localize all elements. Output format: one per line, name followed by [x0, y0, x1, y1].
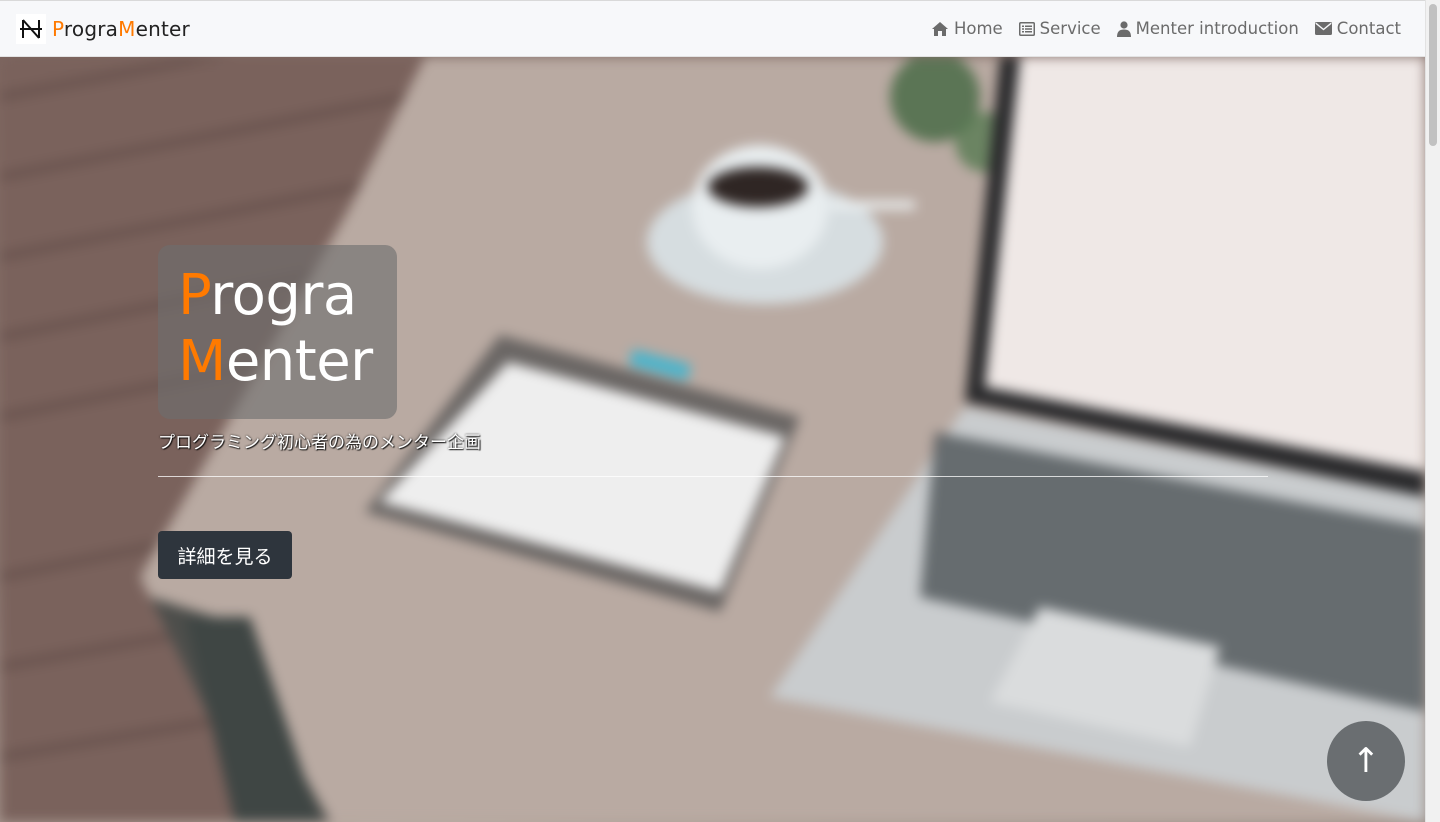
nav-links: Home Service Menter introduction Contact	[931, 19, 1401, 38]
nav-item-home[interactable]: Home	[931, 19, 1003, 38]
scrollbar-thumb[interactable]	[1429, 4, 1437, 146]
n-strike-logo-icon	[16, 13, 46, 44]
nav-item-menter-introduction-label: Menter introduction	[1135, 19, 1299, 38]
brand-letter-p: P	[52, 16, 64, 41]
page-scrollbar[interactable]	[1425, 0, 1440, 822]
brand-letter-m: M	[118, 16, 136, 41]
brand-link[interactable]: PrograMenter	[16, 13, 190, 44]
hero-section: Progra Menter プログラミング初心者の為のメンター企画 詳細を見る	[0, 57, 1425, 822]
nav-item-service[interactable]: Service	[1018, 19, 1101, 38]
nav-item-service-label: Service	[1039, 19, 1101, 38]
home-icon	[931, 21, 949, 37]
hero-subtitle: プログラミング初心者の為のメンター企画	[158, 433, 481, 453]
list-icon	[1018, 21, 1035, 36]
hero-title-letter-m: M	[178, 329, 226, 394]
nav-item-menter-introduction[interactable]: Menter introduction	[1116, 19, 1299, 38]
brand-text-rogra: rogra	[63, 16, 119, 41]
hero-title-rogra: rogra	[210, 263, 357, 328]
hero-title-enter: enter	[225, 329, 373, 394]
nav-item-contact-label: Contact	[1336, 19, 1401, 38]
top-navbar: PrograMenter Home Service Menter introdu…	[0, 0, 1425, 57]
scroll-to-top-button[interactable]: ↑	[1327, 721, 1405, 801]
arrow-up-icon: ↑	[1351, 741, 1381, 781]
hero-title-letter-p: P	[178, 263, 211, 328]
view-details-button[interactable]: 詳細を見る	[158, 531, 292, 579]
envelope-icon	[1314, 22, 1332, 35]
nav-item-contact[interactable]: Contact	[1314, 19, 1401, 38]
hero-title: Progra Menter	[178, 263, 377, 395]
brand-name: PrograMenter	[52, 17, 190, 41]
brand-text-enter: enter	[135, 16, 190, 41]
user-icon	[1116, 20, 1131, 37]
nav-item-home-label: Home	[953, 19, 1003, 38]
hero-title-box: Progra Menter	[158, 245, 397, 419]
hero-divider	[158, 476, 1268, 477]
